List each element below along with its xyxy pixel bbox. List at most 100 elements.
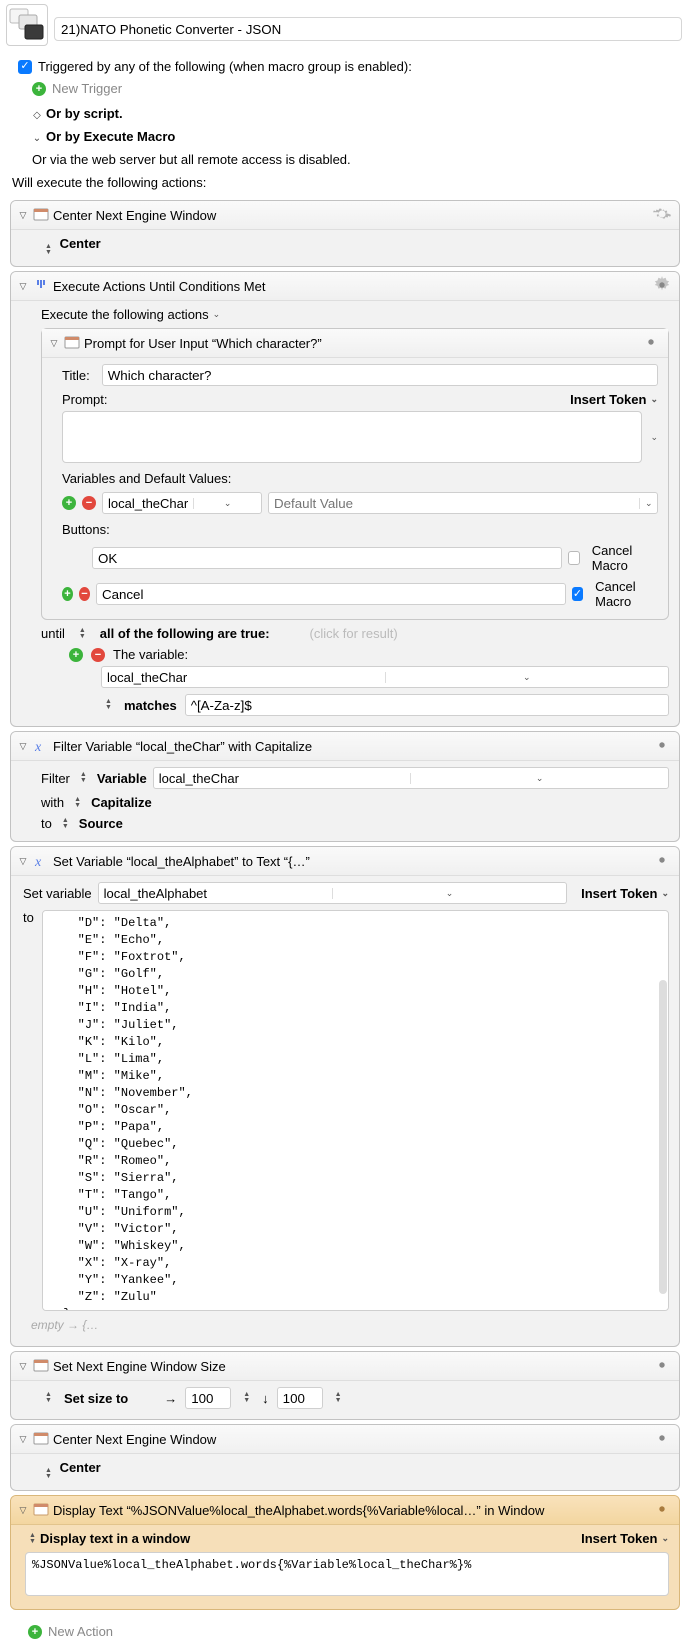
action-center-window: ▽ Center Next Engine Window ▲▼ Center <box>10 200 680 267</box>
remove-button-button[interactable]: − <box>79 587 90 601</box>
add-button-button[interactable]: + <box>62 587 73 601</box>
title-input[interactable] <box>102 364 658 386</box>
button-cancel-input[interactable] <box>96 583 566 605</box>
gear-icon[interactable] <box>653 276 673 296</box>
prompt-textarea[interactable] <box>62 411 642 463</box>
filter-word: Filter <box>41 771 70 786</box>
gear-icon[interactable] <box>653 851 673 871</box>
gear-icon[interactable] <box>653 736 673 756</box>
until-stepper[interactable]: ▲▼ <box>79 628 86 640</box>
action-center-window-2: ▽ Center Next Engine Window ▲▼ Center <box>10 1424 680 1491</box>
height-input[interactable] <box>277 1387 323 1409</box>
display-mode-stepper[interactable]: ▲▼ <box>29 1533 36 1545</box>
gear-icon[interactable] <box>653 1500 673 1520</box>
action-filter-variable: ▽ x Filter Variable “local_theChar” with… <box>10 731 680 842</box>
arrow-right-icon: → <box>164 1391 177 1406</box>
until-label: until <box>41 626 65 641</box>
click-result-hint[interactable]: (click for result) <box>310 626 398 641</box>
or-script-label: Or by script. <box>46 106 123 121</box>
prompt-token-chevron[interactable]: ⌄ <box>650 432 658 443</box>
svg-text:x: x <box>34 855 42 869</box>
insert-token-button[interactable]: Insert Token⌄ <box>570 392 658 407</box>
height-stepper[interactable]: ▲▼ <box>335 1392 342 1404</box>
macro-icon <box>6 4 48 46</box>
width-stepper[interactable]: ▲▼ <box>243 1392 250 1404</box>
remove-var-button[interactable]: − <box>82 496 96 510</box>
macro-title-input[interactable] <box>54 17 682 41</box>
setsize-stepper[interactable]: ▲▼ <box>45 1392 52 1404</box>
new-action-link[interactable]: New Action <box>48 1624 113 1639</box>
insert-token-button[interactable]: Insert Token⌄ <box>581 886 669 901</box>
add-action-button[interactable]: + <box>28 1625 42 1639</box>
action-title: Center Next Engine Window <box>53 1432 216 1447</box>
window-icon <box>33 1431 49 1447</box>
the-variable-label: The variable: <box>113 647 188 662</box>
disclosure-icon[interactable]: ▽ <box>17 210 29 221</box>
button-ok-input[interactable] <box>92 547 562 569</box>
gear-icon[interactable] <box>653 1356 673 1376</box>
display-mode-label[interactable]: Display text in a window <box>40 1531 190 1546</box>
action-set-window-size: ▽ Set Next Engine Window Size ▲▼ Set siz… <box>10 1351 680 1420</box>
svg-text:x: x <box>34 740 42 754</box>
action-title: Center Next Engine Window <box>53 208 216 223</box>
condition-variable-select[interactable]: local_theChar <box>102 670 385 685</box>
to-label: to <box>41 816 52 831</box>
cancel-macro-label: Cancel Macro <box>592 543 658 573</box>
disclosure-icon[interactable]: ▽ <box>17 1361 29 1372</box>
empty-hint: empty → {… <box>23 1314 669 1336</box>
cancel-macro-checkbox-ok[interactable] <box>568 551 580 565</box>
matches-label[interactable]: matches <box>124 698 177 713</box>
expand-execute-icon[interactable]: ⌄ <box>32 133 42 144</box>
exec-following-label: Execute the following actions <box>41 307 209 322</box>
alphabet-textarea[interactable] <box>42 910 669 1311</box>
disclosure-icon[interactable]: ▽ <box>17 741 29 752</box>
window-icon <box>64 335 80 351</box>
variable-word[interactable]: Variable <box>97 771 147 786</box>
all-true-label[interactable]: all of the following are true: <box>100 626 270 641</box>
window-icon <box>33 207 49 223</box>
vars-label: Variables and Default Values: <box>62 471 658 486</box>
insert-token-button[interactable]: Insert Token⌄ <box>581 1531 669 1546</box>
regex-input[interactable] <box>185 694 669 716</box>
gear-icon[interactable] <box>642 333 662 353</box>
action-title: Filter Variable “local_theChar” with Cap… <box>53 739 312 754</box>
window-icon <box>33 1502 49 1518</box>
will-execute-label: Will execute the following actions: <box>0 171 690 196</box>
triggered-checkbox[interactable] <box>18 60 32 74</box>
filter-variable-select[interactable]: local_theChar <box>154 771 411 786</box>
center-stepper[interactable]: ▲▼ <box>45 1468 52 1480</box>
center-stepper[interactable]: ▲▼ <box>45 244 52 256</box>
matches-stepper[interactable]: ▲▼ <box>105 699 112 711</box>
disclosure-icon[interactable]: ▽ <box>17 281 29 292</box>
gear-icon[interactable] <box>653 1429 673 1449</box>
exec-chevron-icon[interactable]: ⌄ <box>213 309 221 320</box>
display-text-textarea[interactable] <box>25 1552 669 1596</box>
cancel-macro-checkbox-cancel[interactable] <box>572 587 583 601</box>
action-prompt-input: ▽ Prompt for User Input “Which character… <box>41 328 669 620</box>
disclosure-icon[interactable]: ▽ <box>17 856 29 867</box>
gear-icon[interactable] <box>653 205 673 225</box>
add-trigger-button[interactable]: + <box>32 82 46 96</box>
center-label: Center <box>60 1460 101 1475</box>
filter-source-stepper[interactable]: ▲▼ <box>80 772 87 784</box>
new-trigger-link[interactable]: New Trigger <box>52 81 122 96</box>
source-label[interactable]: Source <box>79 816 123 831</box>
disclosure-icon[interactable]: ▽ <box>17 1434 29 1445</box>
remove-condition-button[interactable]: − <box>91 648 105 662</box>
expand-script-icon[interactable]: ◇ <box>32 110 42 121</box>
default-value-input[interactable] <box>269 494 639 512</box>
disclosure-icon[interactable]: ▽ <box>48 338 60 349</box>
scrollbar[interactable] <box>659 980 667 1294</box>
capitalize-label[interactable]: Capitalize <box>91 795 152 810</box>
width-input[interactable] <box>185 1387 231 1409</box>
action-title: Display Text “%JSONValue%local_theAlphab… <box>53 1503 544 1518</box>
setsize-label[interactable]: Set size to <box>64 1391 128 1406</box>
to-stepper[interactable]: ▲▼ <box>62 818 69 830</box>
add-var-button[interactable]: + <box>62 496 76 510</box>
action-title: Prompt for User Input “Which character?” <box>84 336 322 351</box>
var-name-select[interactable]: local_theChar <box>103 496 193 511</box>
alphabet-var-select[interactable]: local_theAlphabet <box>99 886 332 901</box>
add-condition-button[interactable]: + <box>69 648 83 662</box>
with-stepper[interactable]: ▲▼ <box>74 797 81 809</box>
disclosure-icon[interactable]: ▽ <box>17 1505 29 1516</box>
